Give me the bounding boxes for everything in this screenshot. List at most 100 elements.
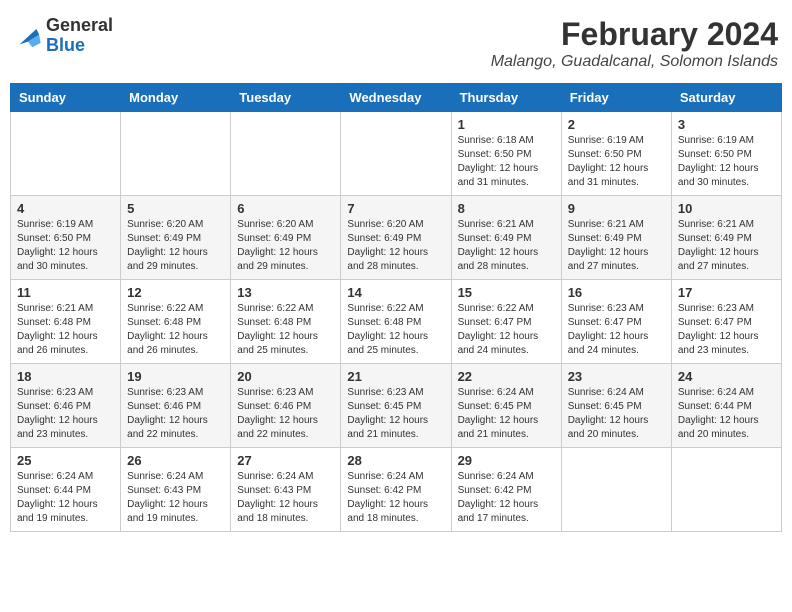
day-info: Sunrise: 6:23 AM Sunset: 6:46 PM Dayligh…: [237, 386, 334, 442]
day-info: Sunrise: 6:20 AM Sunset: 6:49 PM Dayligh…: [347, 218, 444, 274]
calendar-cell: 24 Sunrise: 6:24 AM Sunset: 6:44 PM Dayli…: [671, 364, 781, 448]
calendar-cell: 9Sunrise: 6:21 AM Sunset: 6:49 PM Daylig…: [561, 196, 671, 280]
calendar-cell: [561, 448, 671, 532]
logo-text: General Blue: [46, 16, 113, 56]
day-number: 8: [458, 201, 555, 216]
calendar-week-row: 11 Sunrise: 6:21 AM Sunset: 6:48 PM Dayli…: [11, 280, 782, 364]
calendar-cell: 20 Sunrise: 6:23 AM Sunset: 6:46 PM Dayli…: [231, 364, 341, 448]
calendar-title: February 2024: [491, 16, 778, 53]
day-info: Sunrise: 6:24 AM Sunset: 6:44 PM Dayligh…: [17, 470, 114, 526]
day-info: Sunrise: 6:24 AM Sunset: 6:43 PM Dayligh…: [237, 470, 334, 526]
day-info: Sunrise: 6:23 AM Sunset: 6:46 PM Dayligh…: [127, 386, 224, 442]
day-number: 21: [347, 369, 444, 384]
calendar-table: Sunday Monday Tuesday Wednesday Thursday…: [10, 83, 782, 532]
day-info: Sunrise: 6:22 AM Sunset: 6:48 PM Dayligh…: [127, 302, 224, 358]
day-number: 3: [678, 117, 775, 132]
day-info: Sunrise: 6:20 AM Sunset: 6:49 PM Dayligh…: [127, 218, 224, 274]
calendar-cell: 21 Sunrise: 6:23 AM Sunset: 6:45 PM Dayli…: [341, 364, 451, 448]
calendar-cell: 1 Sunrise: 6:18 AM Sunset: 6:50 PM Daylig…: [451, 112, 561, 196]
day-info: Sunrise: 6:23 AM Sunset: 6:46 PM Dayligh…: [17, 386, 114, 442]
day-number: 6: [237, 201, 334, 216]
col-saturday: Saturday: [671, 84, 781, 112]
day-number: 22: [458, 369, 555, 384]
day-number: 1: [458, 117, 555, 132]
col-tuesday: Tuesday: [231, 84, 341, 112]
col-wednesday: Wednesday: [341, 84, 451, 112]
day-number: 14: [347, 285, 444, 300]
col-sunday: Sunday: [11, 84, 121, 112]
title-section: February 2024 Malango, Guadalcanal, Solo…: [491, 16, 778, 71]
day-number: 5: [127, 201, 224, 216]
day-info: Sunrise: 6:18 AM Sunset: 6:50 PM Dayligh…: [458, 134, 555, 190]
day-number: 17: [678, 285, 775, 300]
calendar-cell: 4 Sunrise: 6:19 AM Sunset: 6:50 PM Daylig…: [11, 196, 121, 280]
day-info: Sunrise: 6:21 AM Sunset: 6:49 PM Dayligh…: [678, 218, 775, 274]
calendar-cell: [11, 112, 121, 196]
day-info: Sunrise: 6:23 AM Sunset: 6:47 PM Dayligh…: [568, 302, 665, 358]
calendar-cell: [341, 112, 451, 196]
day-number: 29: [458, 453, 555, 468]
calendar-cell: 15 Sunrise: 6:22 AM Sunset: 6:47 PM Dayli…: [451, 280, 561, 364]
col-thursday: Thursday: [451, 84, 561, 112]
calendar-subtitle: Malango, Guadalcanal, Solomon Islands: [491, 53, 778, 71]
day-info: Sunrise: 6:23 AM Sunset: 6:45 PM Dayligh…: [347, 386, 444, 442]
day-info: Sunrise: 6:21 AM Sunset: 6:49 PM Dayligh…: [458, 218, 555, 274]
day-number: 18: [17, 369, 114, 384]
calendar-cell: 29 Sunrise: 6:24 AM Sunset: 6:42 PM Dayli…: [451, 448, 561, 532]
calendar-cell: 18 Sunrise: 6:23 AM Sunset: 6:46 PM Dayli…: [11, 364, 121, 448]
day-info: Sunrise: 6:19 AM Sunset: 6:50 PM Dayligh…: [568, 134, 665, 190]
calendar-cell: 5 Sunrise: 6:20 AM Sunset: 6:49 PM Daylig…: [121, 196, 231, 280]
calendar-cell: 3 Sunrise: 6:19 AM Sunset: 6:50 PM Daylig…: [671, 112, 781, 196]
day-info: Sunrise: 6:19 AM Sunset: 6:50 PM Dayligh…: [17, 218, 114, 274]
day-info: Sunrise: 6:24 AM Sunset: 6:42 PM Dayligh…: [347, 470, 444, 526]
calendar-cell: 23 Sunrise: 6:24 AM Sunset: 6:45 PM Dayli…: [561, 364, 671, 448]
day-number: 11: [17, 285, 114, 300]
day-number: 12: [127, 285, 224, 300]
calendar-week-row: 4 Sunrise: 6:19 AM Sunset: 6:50 PM Daylig…: [11, 196, 782, 280]
day-number: 23: [568, 369, 665, 384]
calendar-cell: 2 Sunrise: 6:19 AM Sunset: 6:50 PM Daylig…: [561, 112, 671, 196]
calendar-week-row: 18 Sunrise: 6:23 AM Sunset: 6:46 PM Dayli…: [11, 364, 782, 448]
day-number: 24: [678, 369, 775, 384]
calendar-cell: [121, 112, 231, 196]
day-number: 13: [237, 285, 334, 300]
logo: General Blue: [14, 16, 113, 56]
day-number: 15: [458, 285, 555, 300]
calendar-cell: [231, 112, 341, 196]
day-number: 27: [237, 453, 334, 468]
col-friday: Friday: [561, 84, 671, 112]
day-number: 9: [568, 201, 665, 216]
day-number: 28: [347, 453, 444, 468]
calendar-cell: 28 Sunrise: 6:24 AM Sunset: 6:42 PM Dayli…: [341, 448, 451, 532]
calendar-cell: 27 Sunrise: 6:24 AM Sunset: 6:43 PM Dayli…: [231, 448, 341, 532]
calendar-cell: 14 Sunrise: 6:22 AM Sunset: 6:48 PM Dayli…: [341, 280, 451, 364]
calendar-cell: 17 Sunrise: 6:23 AM Sunset: 6:47 PM Dayli…: [671, 280, 781, 364]
day-info: Sunrise: 6:23 AM Sunset: 6:47 PM Dayligh…: [678, 302, 775, 358]
day-number: 10: [678, 201, 775, 216]
day-number: 20: [237, 369, 334, 384]
calendar-cell: 12 Sunrise: 6:22 AM Sunset: 6:48 PM Dayli…: [121, 280, 231, 364]
day-info: Sunrise: 6:24 AM Sunset: 6:45 PM Dayligh…: [568, 386, 665, 442]
calendar-week-row: 25Sunrise: 6:24 AM Sunset: 6:44 PM Dayli…: [11, 448, 782, 532]
day-number: 19: [127, 369, 224, 384]
calendar-cell: 13 Sunrise: 6:22 AM Sunset: 6:48 PM Dayli…: [231, 280, 341, 364]
col-monday: Monday: [121, 84, 231, 112]
day-info: Sunrise: 6:22 AM Sunset: 6:47 PM Dayligh…: [458, 302, 555, 358]
day-number: 2: [568, 117, 665, 132]
day-number: 4: [17, 201, 114, 216]
calendar-week-row: 1 Sunrise: 6:18 AM Sunset: 6:50 PM Daylig…: [11, 112, 782, 196]
logo-icon: [14, 22, 42, 50]
day-info: Sunrise: 6:21 AM Sunset: 6:48 PM Dayligh…: [17, 302, 114, 358]
day-number: 26: [127, 453, 224, 468]
calendar-cell: 11 Sunrise: 6:21 AM Sunset: 6:48 PM Dayli…: [11, 280, 121, 364]
day-info: Sunrise: 6:24 AM Sunset: 6:42 PM Dayligh…: [458, 470, 555, 526]
day-info: Sunrise: 6:24 AM Sunset: 6:44 PM Dayligh…: [678, 386, 775, 442]
calendar-cell: 10 Sunrise: 6:21 AM Sunset: 6:49 PM Dayli…: [671, 196, 781, 280]
calendar-cell: 22Sunrise: 6:24 AM Sunset: 6:45 PM Dayli…: [451, 364, 561, 448]
calendar-cell: 7Sunrise: 6:20 AM Sunset: 6:49 PM Daylig…: [341, 196, 451, 280]
day-info: Sunrise: 6:22 AM Sunset: 6:48 PM Dayligh…: [237, 302, 334, 358]
day-info: Sunrise: 6:22 AM Sunset: 6:48 PM Dayligh…: [347, 302, 444, 358]
day-info: Sunrise: 6:24 AM Sunset: 6:43 PM Dayligh…: [127, 470, 224, 526]
day-info: Sunrise: 6:20 AM Sunset: 6:49 PM Dayligh…: [237, 218, 334, 274]
day-info: Sunrise: 6:19 AM Sunset: 6:50 PM Dayligh…: [678, 134, 775, 190]
